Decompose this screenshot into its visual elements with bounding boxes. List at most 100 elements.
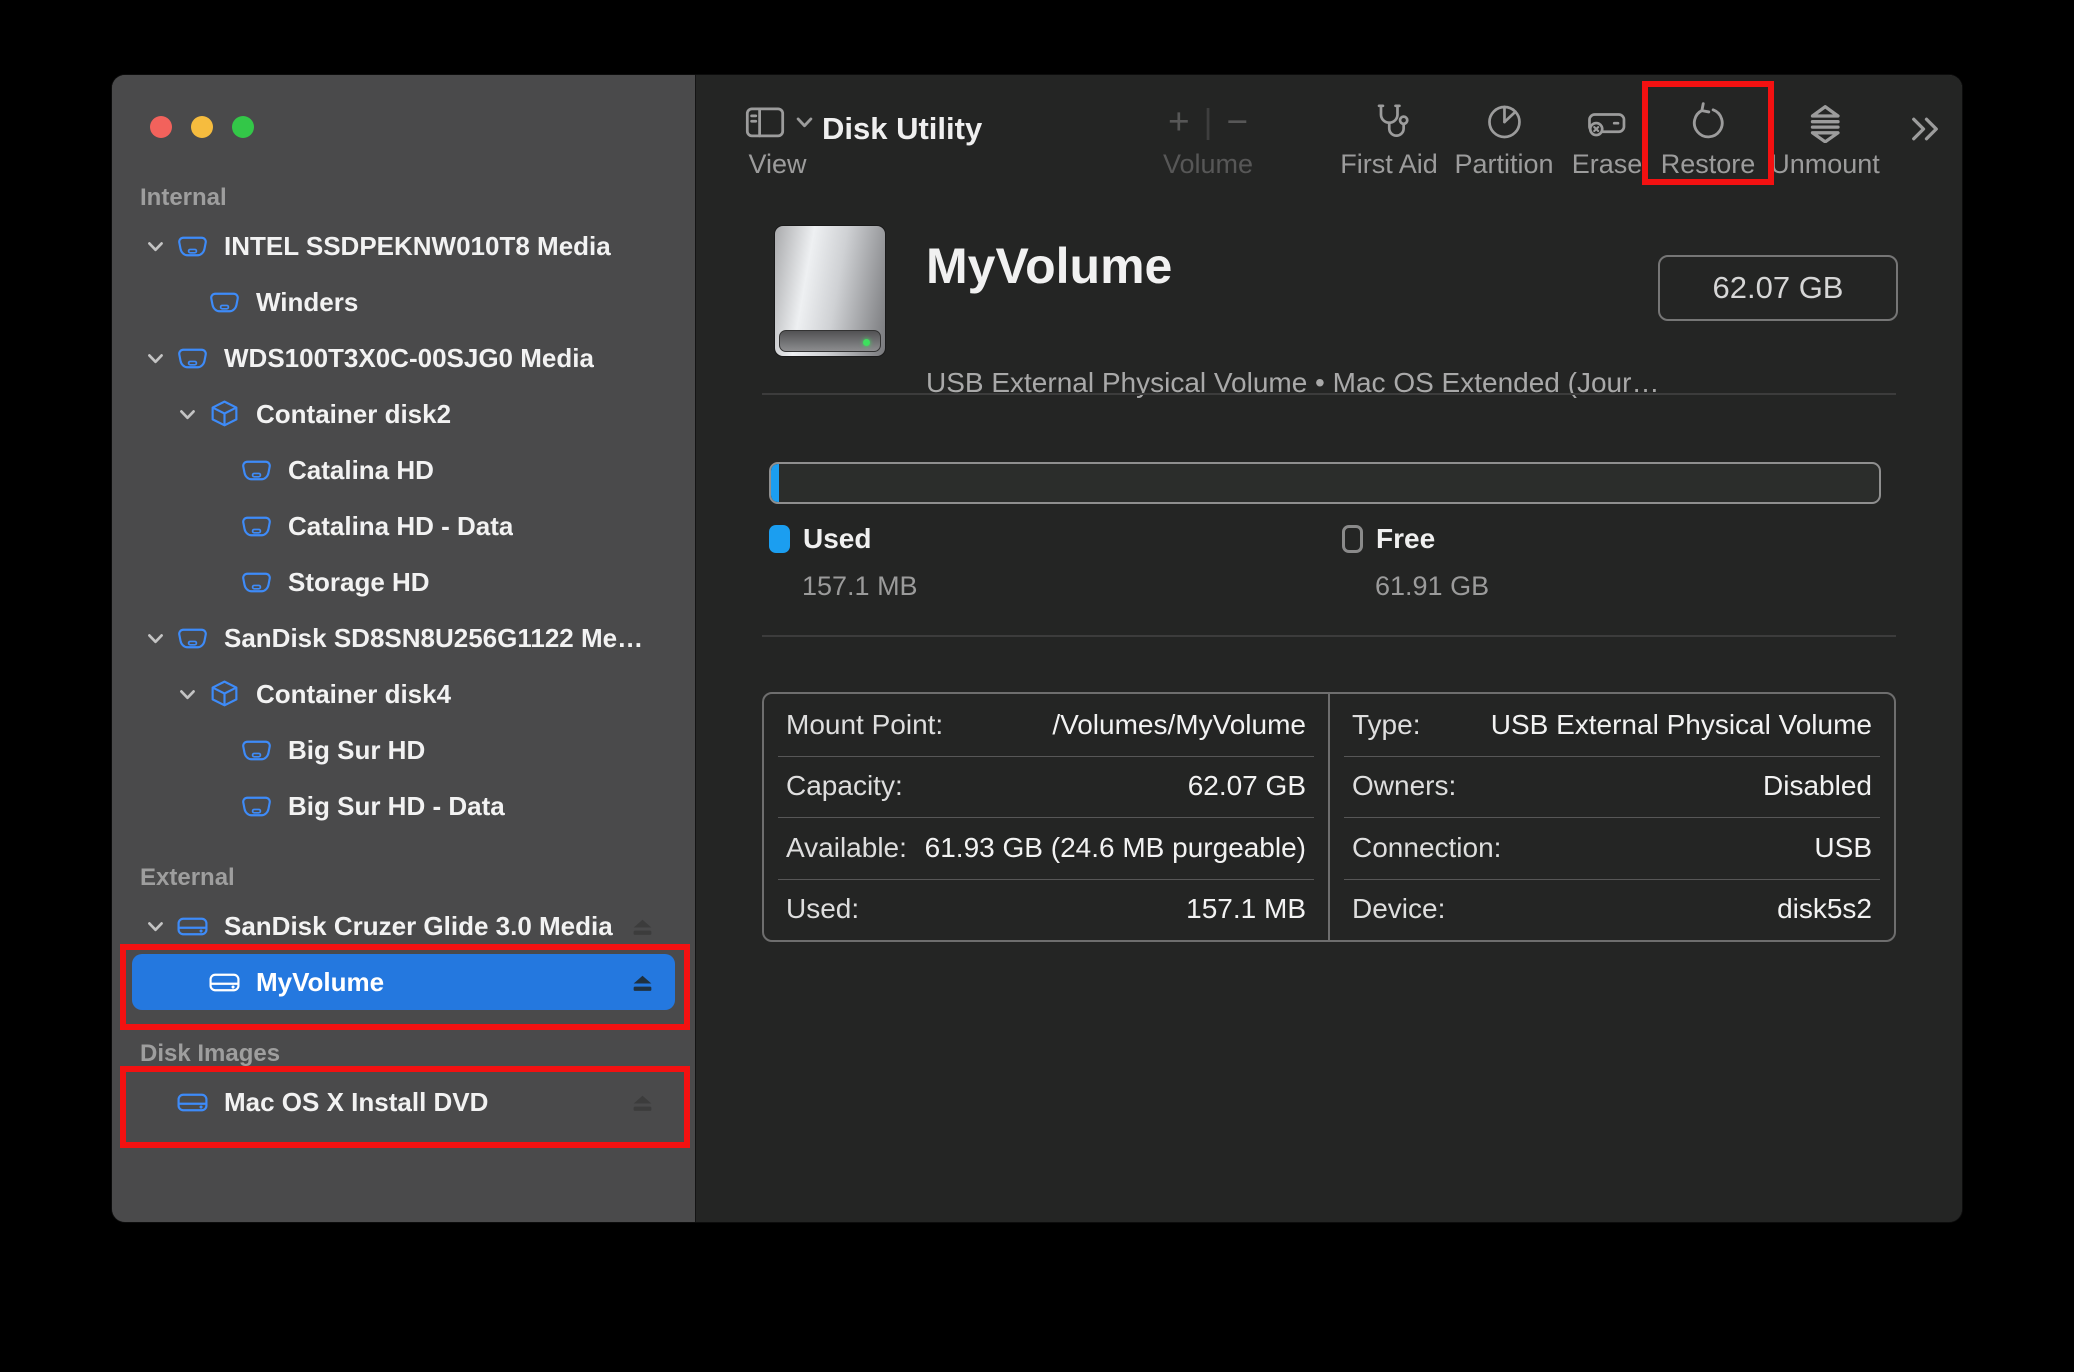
toolbar-overflow-button[interactable] bbox=[1907, 111, 1943, 152]
chevron-down-icon[interactable] bbox=[170, 684, 204, 705]
zoom-button[interactable] bbox=[232, 116, 254, 138]
sidebar-item-label: SanDisk SD8SN8U256G1122 Me… bbox=[224, 622, 644, 653]
erase-button[interactable]: Erase bbox=[1571, 99, 1643, 180]
volume-size-badge: 62.07 GB bbox=[1658, 255, 1898, 321]
unmount-button[interactable]: Unmount bbox=[1770, 99, 1880, 180]
partition-button-label: Partition bbox=[1454, 149, 1554, 179]
container-icon bbox=[204, 398, 244, 431]
sidebar-item-sandisk-cruzer-glide-3-0-media[interactable]: SanDisk Cruzer Glide 3.0 Media bbox=[132, 898, 675, 954]
disk-icon bbox=[172, 622, 212, 655]
detail-label: Device: bbox=[1352, 893, 1446, 925]
close-button[interactable] bbox=[150, 116, 172, 138]
eject-icon[interactable] bbox=[630, 1090, 655, 1115]
disk-icon bbox=[172, 230, 212, 263]
sidebar-item-label: WDS100T3X0C-00SJG0 Media bbox=[224, 342, 594, 373]
divider: | bbox=[1203, 102, 1213, 141]
chevron-down-icon[interactable] bbox=[170, 404, 204, 425]
sidebar-item-label: Mac OS X Install DVD bbox=[224, 1086, 489, 1117]
add-volume-button[interactable]: + bbox=[1168, 101, 1190, 143]
divider bbox=[762, 635, 1896, 637]
sidebar-item-big-sur-hd-data[interactable]: Big Sur HD - Data bbox=[132, 778, 675, 834]
volume-group-label: Volume bbox=[1162, 149, 1254, 179]
drive-led bbox=[863, 339, 870, 346]
legend-used: Used 157.1 MB bbox=[769, 523, 918, 602]
pie-chart-icon bbox=[1483, 99, 1525, 145]
detail-value: 62.07 GB bbox=[1187, 770, 1306, 802]
remove-volume-button[interactable]: − bbox=[1226, 101, 1248, 143]
sidebar-item-intel-ssdpeknw010t8-media[interactable]: INTEL SSDPEKNW010T8 Media bbox=[132, 218, 675, 274]
detail-label: Type: bbox=[1352, 708, 1421, 740]
restore-button[interactable]: Restore bbox=[1660, 99, 1756, 180]
eject-icon[interactable] bbox=[630, 914, 655, 939]
detail-value: 157.1 MB bbox=[1186, 893, 1306, 925]
sidebar-item-label: Storage HD bbox=[288, 566, 430, 597]
details-table: Mount Point: /Volumes/MyVolume Capacity: 62… bbox=[762, 692, 1896, 942]
chevron-down-icon[interactable] bbox=[138, 628, 172, 649]
sidebar-item-label: SanDisk Cruzer Glide 3.0 Media bbox=[224, 910, 613, 941]
sidebar-item-mac-os-x-install-dvd[interactable]: Mac OS X Install DVD bbox=[132, 1074, 675, 1130]
restore-arrow-icon bbox=[1687, 99, 1729, 145]
free-label: Free bbox=[1376, 523, 1436, 554]
disk-icon bbox=[236, 734, 276, 767]
sidebar-item-label: MyVolume bbox=[256, 966, 385, 997]
view-button[interactable]: View bbox=[742, 99, 813, 180]
stethoscope-icon bbox=[1368, 99, 1410, 145]
first-aid-button[interactable]: First Aid bbox=[1340, 99, 1438, 180]
toolbar: View Disk Utility + | − Volume First Aid… bbox=[696, 75, 1962, 205]
disk-icon bbox=[236, 790, 276, 823]
detail-label: Capacity: bbox=[786, 770, 903, 802]
partition-button[interactable]: Partition bbox=[1454, 99, 1554, 180]
chevron-down-icon[interactable] bbox=[138, 916, 172, 937]
erase-button-label: Erase bbox=[1571, 149, 1643, 179]
sidebar-item-label: Container disk4 bbox=[256, 678, 452, 709]
detail-label: Used: bbox=[786, 893, 860, 925]
external-disk-icon bbox=[204, 966, 244, 999]
window-traffic-lights bbox=[150, 116, 254, 138]
sidebar-item-label: INTEL SSDPEKNW010T8 Media bbox=[224, 230, 611, 261]
detail-row-available: Available: 61.93 GB (24.6 MB purgeable) bbox=[764, 817, 1328, 879]
eject-icon[interactable] bbox=[630, 970, 655, 995]
usage-bar-used-segment bbox=[771, 464, 779, 502]
sidebar-item-wds100t3x0c-00sjg0-media[interactable]: WDS100T3X0C-00SJG0 Media bbox=[132, 330, 675, 386]
detail-label: Owners: bbox=[1352, 770, 1457, 802]
chevron-down-icon bbox=[796, 117, 813, 127]
detail-value: /Volumes/MyVolume bbox=[1052, 708, 1306, 740]
container-icon bbox=[204, 678, 244, 711]
sidebar-item-container-disk4[interactable]: Container disk4 bbox=[132, 666, 675, 722]
sidebar-item-catalina-hd[interactable]: Catalina HD bbox=[132, 442, 675, 498]
unmount-button-label: Unmount bbox=[1770, 149, 1880, 179]
volume-title: MyVolume bbox=[926, 238, 1173, 294]
main-pane: View Disk Utility + | − Volume First Aid… bbox=[696, 75, 1962, 1222]
sidebar-item-label: Winders bbox=[256, 286, 359, 317]
disk-icon bbox=[236, 510, 276, 543]
sidebar-item-catalina-hd-data[interactable]: Catalina HD - Data bbox=[132, 498, 675, 554]
sidebar-item-big-sur-hd[interactable]: Big Sur HD bbox=[132, 722, 675, 778]
detail-value: 61.93 GB (24.6 MB purgeable) bbox=[924, 831, 1306, 863]
sidebar-item-storage-hd[interactable]: Storage HD bbox=[132, 554, 675, 610]
detail-row-mount-point: Mount Point: /Volumes/MyVolume bbox=[764, 694, 1328, 756]
sidebar-item-label: Big Sur HD - Data bbox=[288, 790, 505, 821]
disk-icon bbox=[204, 286, 244, 319]
restore-button-label: Restore bbox=[1660, 149, 1756, 179]
free-swatch-icon bbox=[1342, 525, 1363, 553]
unmount-eject-icon bbox=[1804, 99, 1846, 145]
sidebar: Internal INTEL SSDPEKNW010T8 Media Winders… bbox=[112, 75, 696, 1222]
external-disk-icon bbox=[172, 1086, 212, 1119]
sidebar-item-container-disk2[interactable]: Container disk2 bbox=[132, 386, 675, 442]
chevron-down-icon[interactable] bbox=[138, 348, 172, 369]
double-chevron-right-icon bbox=[1912, 117, 1938, 141]
chevron-down-icon[interactable] bbox=[138, 236, 172, 257]
detail-value: Disabled bbox=[1763, 770, 1872, 802]
volume-add-remove-group: + | − Volume bbox=[1163, 99, 1253, 180]
sidebar-item-myvolume[interactable]: MyVolume bbox=[132, 954, 675, 1010]
sidebar-item-label: Big Sur HD bbox=[288, 734, 426, 765]
disk-utility-window: Internal INTEL SSDPEKNW010T8 Media Winders… bbox=[112, 75, 1962, 1222]
sidebar-item-sandisk-sd8sn8u256g1122-me[interactable]: SanDisk SD8SN8U256G1122 Me… bbox=[132, 610, 675, 666]
divider bbox=[762, 393, 1896, 395]
disk-icon bbox=[172, 342, 212, 375]
sidebar-item-label: Catalina HD - Data bbox=[288, 510, 514, 541]
external-disk-icon bbox=[172, 910, 212, 943]
sidebar-item-winders[interactable]: Winders bbox=[132, 274, 675, 330]
detail-row-type: Type: USB External Physical Volume bbox=[1330, 694, 1894, 756]
minimize-button[interactable] bbox=[191, 116, 213, 138]
